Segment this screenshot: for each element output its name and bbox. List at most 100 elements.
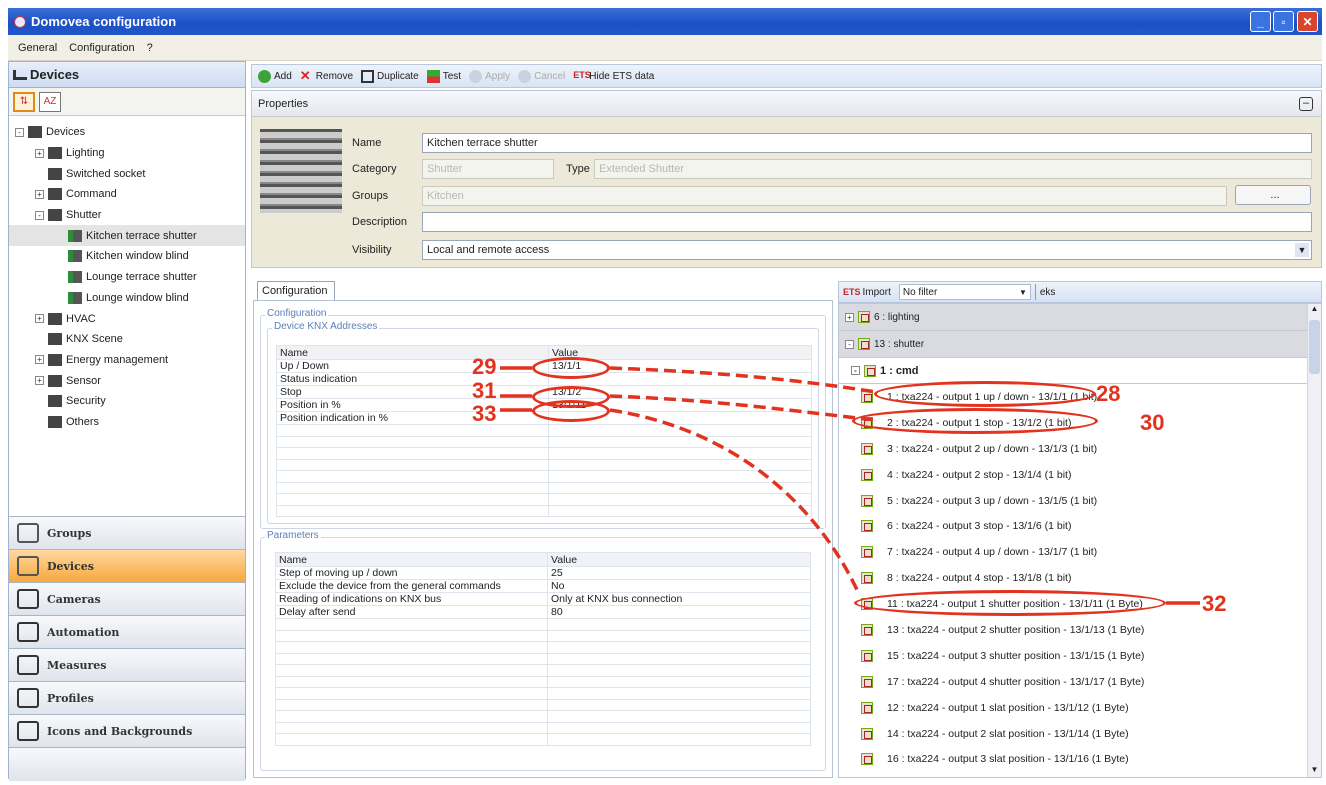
expand-icon[interactable]: + — [35, 376, 44, 386]
ets-address-item[interactable]: 14 : txa224 - output 2 slat position - 1… — [839, 721, 1321, 747]
expand-icon[interactable]: + — [35, 355, 44, 365]
duplicate-button[interactable]: Duplicate — [361, 69, 419, 83]
tree-item[interactable]: Switched socket — [9, 163, 245, 184]
tree-item[interactable]: Kitchen window blind — [9, 246, 245, 267]
remove-button[interactable]: ✕ Remove — [300, 69, 353, 83]
test-button[interactable]: Test — [426, 69, 461, 83]
groups-browse-button[interactable]: ... — [1235, 185, 1311, 205]
table-row[interactable] — [275, 733, 811, 746]
table-row[interactable] — [276, 470, 812, 483]
table-row[interactable] — [275, 629, 811, 642]
tab-configuration[interactable]: Configuration — [257, 281, 335, 301]
ets-search-field[interactable]: eks — [1034, 284, 1235, 300]
ets-subgroup-cmd[interactable]: - 1 : cmd — [839, 358, 1321, 384]
ets-address-item[interactable]: 5 : txa224 - output 3 up / down - 13/1/5… — [839, 488, 1321, 514]
nav-profiles[interactable]: Profiles — [9, 681, 245, 714]
hide-ets-button[interactable]: ETS Hide ETS data — [573, 70, 654, 83]
type-field[interactable]: Extended Shutter — [594, 159, 1312, 179]
minimize-button[interactable]: _ — [1250, 11, 1271, 32]
ets-group[interactable]: - 13 : shutter — [839, 331, 1321, 358]
nav-cameras[interactable]: Cameras — [9, 582, 245, 615]
table-row[interactable] — [275, 664, 811, 677]
table-row[interactable] — [275, 652, 811, 665]
description-field[interactable] — [422, 212, 1312, 232]
ets-filter-select[interactable]: No filter ▼ — [898, 284, 1031, 300]
table-row[interactable]: Reading of indications on KNX bus Only at… — [275, 592, 811, 606]
tree-item[interactable]: + Energy management — [9, 350, 245, 371]
nav-automation[interactable]: Automation — [9, 615, 245, 648]
tree-item[interactable]: Security — [9, 391, 245, 412]
collapse-icon[interactable]: - — [845, 339, 854, 349]
ets-address-item[interactable]: 17 : txa224 - output 4 shutter position … — [839, 669, 1321, 695]
table-row[interactable] — [276, 458, 812, 471]
expand-icon[interactable]: + — [35, 148, 44, 158]
collapse-button[interactable]: – — [1299, 97, 1313, 111]
ets-scrollbar[interactable]: ▲ ▼ — [1307, 304, 1321, 777]
table-row[interactable] — [275, 618, 811, 631]
ets-address-item[interactable]: 3 : txa224 - output 2 up / down - 13/1/3… — [839, 436, 1321, 462]
table-row[interactable] — [275, 721, 811, 734]
menu-configuration[interactable]: Configuration — [69, 42, 134, 54]
groups-field[interactable]: Kitchen — [422, 186, 1227, 206]
collapse-icon[interactable]: - — [15, 127, 24, 137]
nav-devices[interactable]: Devices — [9, 549, 245, 582]
visibility-select[interactable]: Local and remote access ▼ — [422, 240, 1312, 260]
tree-item[interactable]: - Shutter — [9, 205, 245, 226]
ets-address-item[interactable]: 16 : txa224 - output 3 slat position - 1… — [839, 746, 1321, 772]
ets-address-item[interactable]: 8 : txa224 - output 4 stop - 13/1/8 (1 b… — [839, 565, 1321, 591]
table-row[interactable] — [276, 504, 812, 517]
tree-item[interactable]: Others — [9, 412, 245, 433]
table-row[interactable] — [276, 435, 812, 448]
cancel-button[interactable]: Cancel — [518, 69, 565, 83]
tree-item[interactable]: KNX Scene — [9, 329, 245, 350]
tree-item[interactable]: Kitchen terrace shutter — [9, 225, 245, 247]
ets-import-button[interactable]: Import — [863, 287, 891, 298]
tree-item[interactable]: + Lighting — [9, 143, 245, 164]
table-row[interactable] — [275, 698, 811, 711]
ets-address-item[interactable]: 4 : txa224 - output 2 stop - 13/1/4 (1 b… — [839, 462, 1321, 488]
maximize-button[interactable]: ▫ — [1273, 11, 1294, 32]
nav-measures[interactable]: Measures — [9, 648, 245, 681]
table-row[interactable] — [275, 675, 811, 688]
scroll-down-icon[interactable]: ▼ — [1308, 765, 1321, 777]
tree-item[interactable]: Lounge terrace shutter — [9, 267, 245, 288]
expand-icon[interactable]: + — [35, 314, 44, 324]
tree-item[interactable]: Lounge window blind — [9, 288, 245, 309]
expand-icon[interactable]: + — [35, 189, 44, 199]
ets-address-item[interactable]: 13 : txa224 - output 2 shutter position … — [839, 617, 1321, 643]
table-row[interactable] — [276, 481, 812, 494]
ets-address-item[interactable]: 12 : txa224 - output 1 slat position - 1… — [839, 695, 1321, 721]
table-row[interactable] — [275, 710, 811, 723]
table-row[interactable]: Exclude the device from the general comm… — [275, 579, 811, 593]
tree-item[interactable]: + Command — [9, 184, 245, 205]
sort-alpha-button[interactable]: AZ — [39, 91, 61, 112]
scroll-thumb[interactable] — [1309, 320, 1320, 374]
apply-button[interactable]: Apply — [469, 69, 510, 83]
collapse-icon[interactable]: - — [851, 366, 860, 375]
ets-address-item[interactable]: 15 : txa224 - output 3 shutter position … — [839, 643, 1321, 669]
add-button[interactable]: Add — [258, 69, 292, 83]
table-row[interactable] — [275, 641, 811, 654]
table-row[interactable] — [276, 447, 812, 460]
sort-by-type-button[interactable]: ⇅ — [13, 91, 35, 112]
table-row[interactable] — [276, 424, 812, 437]
collapse-icon[interactable]: - — [35, 210, 44, 220]
tree-item[interactable]: + HVAC — [9, 308, 245, 329]
menu-general[interactable]: General — [18, 42, 57, 54]
table-row[interactable] — [275, 687, 811, 700]
nav-groups[interactable]: Groups — [9, 516, 245, 549]
expand-icon[interactable]: + — [845, 312, 854, 322]
table-row[interactable] — [276, 493, 812, 506]
table-row[interactable]: Delay after send 80 — [275, 605, 811, 619]
tree-item[interactable]: + Sensor — [9, 370, 245, 391]
tree-item[interactable]: - Devices — [9, 122, 245, 143]
name-field[interactable]: Kitchen terrace shutter — [422, 133, 1312, 153]
ets-address-item[interactable]: 7 : txa224 - output 4 up / down - 13/1/7… — [839, 539, 1321, 565]
nav-icons-and-backgrounds[interactable]: Icons and Backgrounds — [9, 714, 245, 747]
ets-group[interactable]: +6 : lighting — [839, 304, 1321, 331]
ets-address-item[interactable]: 6 : txa224 - output 3 stop - 13/1/6 (1 b… — [839, 513, 1321, 539]
menu-help[interactable]: ? — [147, 42, 153, 54]
nav-overflow[interactable] — [9, 747, 245, 781]
table-row[interactable]: Step of moving up / down 25 — [275, 566, 811, 580]
close-button[interactable]: ✕ — [1297, 11, 1318, 32]
